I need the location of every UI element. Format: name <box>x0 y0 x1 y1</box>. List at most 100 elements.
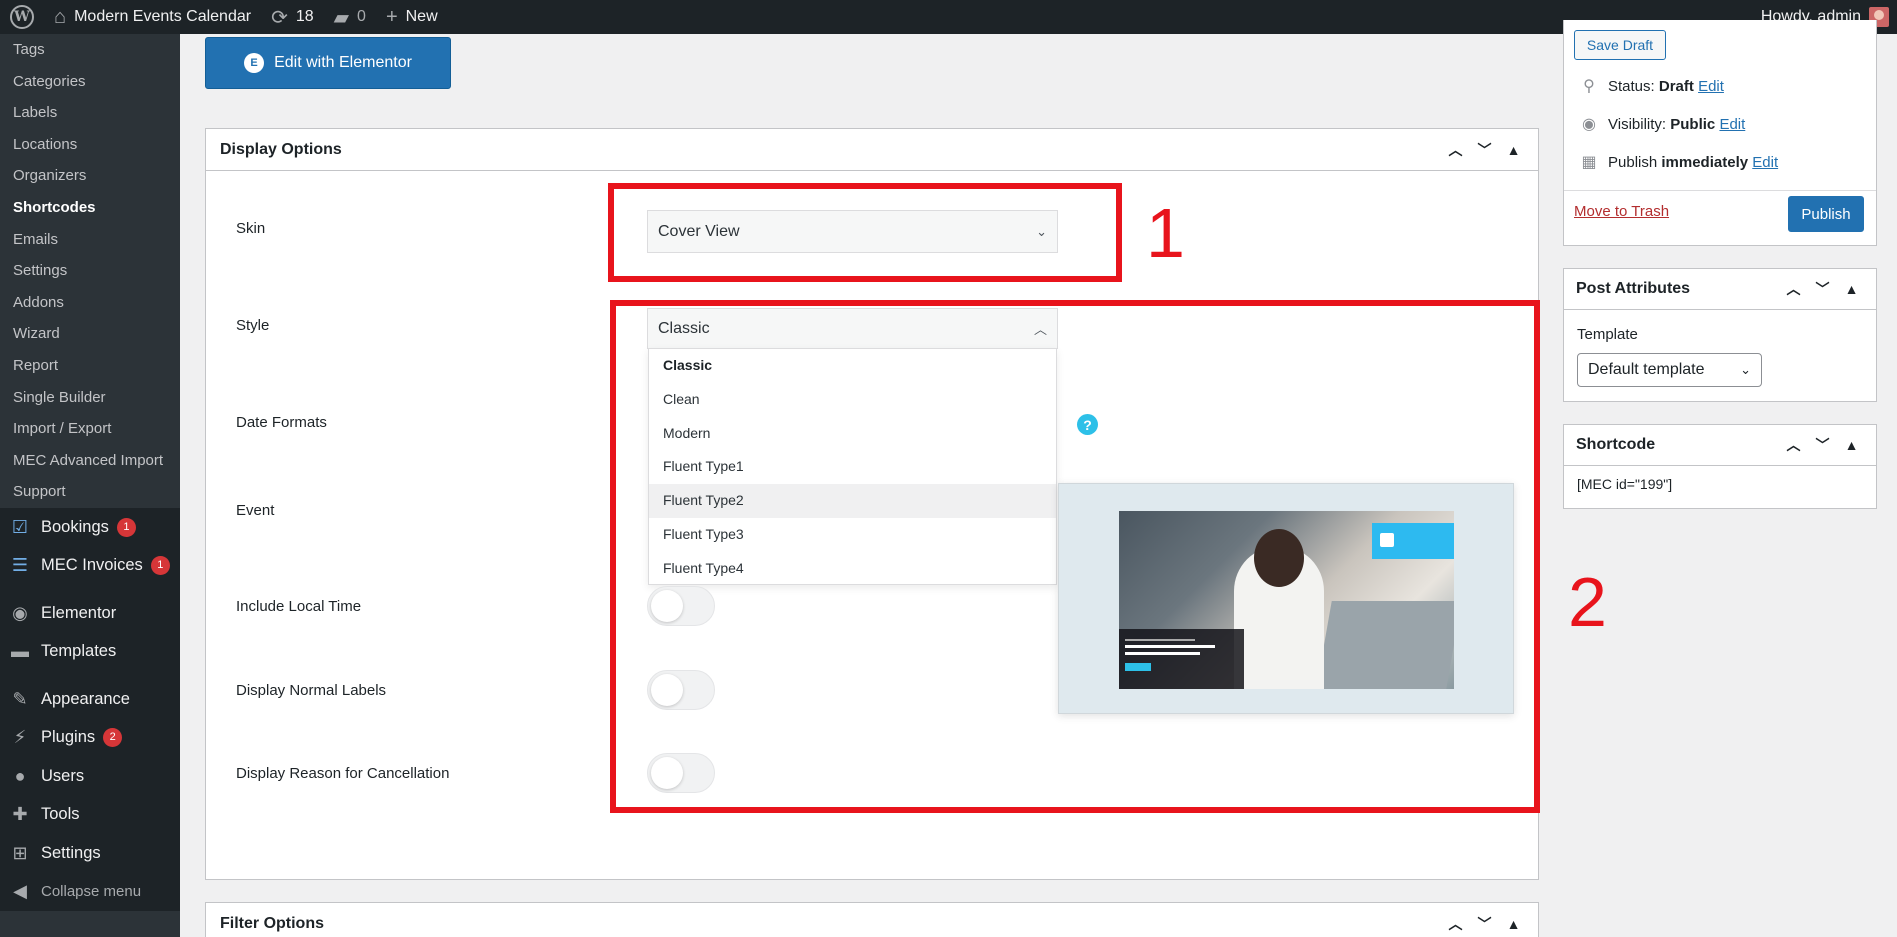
menu-bookings[interactable]: ☑ Bookings 1 <box>0 507 180 547</box>
visibility-value: Public <box>1670 115 1716 133</box>
submenu-support[interactable]: Support <box>0 476 180 508</box>
postbox-header: Display Options ︿ ﹀ ▲ <box>206 129 1538 171</box>
submenu-locations[interactable]: Locations <box>0 129 180 161</box>
visibility-edit-link[interactable]: Edit <box>1719 116 1745 133</box>
shortcode-value[interactable]: [MEC id="199"] <box>1577 476 1672 492</box>
date-formats-label: Date Formats <box>236 414 327 431</box>
submenu-wizard[interactable]: Wizard <box>0 318 180 350</box>
eye-icon: ◉ <box>1582 116 1596 133</box>
updates-link[interactable]: ⟳ 18 <box>261 0 324 34</box>
pin-icon: ⚲ <box>1583 78 1595 95</box>
handle-actions: ︿ ﹀ ▲ <box>1441 914 1538 934</box>
submenu-mec-advanced-import[interactable]: MEC Advanced Import <box>0 445 180 477</box>
wrench-icon: ✚ <box>12 804 28 825</box>
annotation-box-2 <box>610 300 1540 813</box>
submenu-report[interactable]: Report <box>0 350 180 382</box>
submenu-tags[interactable]: Tags <box>0 34 180 66</box>
publish-label: Publish <box>1608 153 1658 171</box>
wordpress-icon: W <box>10 5 34 29</box>
collapse-menu-button[interactable]: ◀ Collapse menu <box>0 872 180 911</box>
menu-templates[interactable]: ▬ Templates <box>0 632 180 671</box>
submenu-addons[interactable]: Addons <box>0 287 180 319</box>
menu-mec-invoices[interactable]: ☰ MEC Invoices 1 <box>0 546 180 585</box>
move-up-icon[interactable]: ︿ <box>1441 914 1470 934</box>
publish-value: immediately <box>1661 153 1749 171</box>
publish-button[interactable]: Publish <box>1788 196 1864 232</box>
menu-users[interactable]: ● Users <box>0 756 180 796</box>
submenu-labels[interactable]: Labels <box>0 97 180 129</box>
menu-plugins[interactable]: ⚡ Plugins 2 <box>0 718 180 757</box>
new-content-link[interactable]: + New <box>376 0 448 34</box>
save-draft-button[interactable]: Save Draft <box>1574 30 1666 60</box>
move-down-icon[interactable]: ﹀ <box>1470 914 1499 934</box>
status-edit-link[interactable]: Edit <box>1698 78 1724 95</box>
template-value: Default template <box>1588 361 1705 378</box>
event-label: Event <box>236 502 275 519</box>
collapse-label: Collapse menu <box>41 883 142 901</box>
settings-icon: ⊞ <box>12 842 28 863</box>
invoice-icon: ☰ <box>11 555 29 576</box>
plugin-icon: ⚡ <box>13 727 27 748</box>
toggle-panel-icon[interactable]: ▲ <box>1499 916 1528 932</box>
status-label: Status: <box>1608 77 1655 95</box>
menu-label: Elementor <box>41 603 117 622</box>
toggle-panel-icon[interactable]: ▲ <box>1837 437 1866 453</box>
menu-separator <box>0 584 180 594</box>
menu-label: MEC Invoices <box>41 556 143 575</box>
menu-separator <box>0 670 180 680</box>
filter-options-title: Filter Options <box>220 915 324 932</box>
handle-actions: ︿ ﹀ ▲ <box>1779 279 1876 299</box>
publish-edit-link[interactable]: Edit <box>1752 154 1778 171</box>
status-value: Draft <box>1658 77 1694 95</box>
submenu-import-export[interactable]: Import / Export <box>0 413 180 445</box>
shortcode-postbox: Shortcode ︿ ﹀ ▲ <box>1563 424 1877 509</box>
refresh-icon: ⟳ <box>271 6 288 29</box>
menu-elementor[interactable]: ◉ Elementor <box>0 593 180 633</box>
toggle-panel-icon[interactable]: ▲ <box>1499 142 1528 158</box>
user-icon: ● <box>14 765 26 786</box>
template-label: Template <box>1577 326 1638 343</box>
display-reason-label: Display Reason for Cancellation <box>236 765 450 782</box>
submenu-shortcodes[interactable]: Shortcodes <box>0 192 180 224</box>
move-down-icon[interactable]: ﹀ <box>1808 435 1837 455</box>
edit-with-elementor-button[interactable]: E Edit with Elementor <box>205 37 451 89</box>
mec-submenu: Tags Categories Labels Locations Organiz… <box>0 34 180 508</box>
filter-options-postbox: Filter Options ︿ ﹀ ▲ <box>205 902 1539 937</box>
handle-actions: ︿ ﹀ ▲ <box>1441 140 1538 160</box>
menu-settings[interactable]: ⊞ Settings <box>0 833 180 873</box>
bookings-badge: 1 <box>116 517 136 537</box>
post-attributes-title: Post Attributes <box>1576 280 1691 297</box>
menu-label: Settings <box>41 843 101 862</box>
submenu-organizers[interactable]: Organizers <box>0 160 180 192</box>
new-label: New <box>405 8 438 25</box>
postbox-header: Shortcode ︿ ﹀ ▲ <box>1564 425 1876 466</box>
submenu-settings[interactable]: Settings <box>0 255 180 287</box>
submenu-single-builder[interactable]: Single Builder <box>0 382 180 414</box>
invoices-badge: 1 <box>150 556 170 576</box>
menu-label: Bookings <box>41 517 109 536</box>
template-select[interactable]: Default template ⌄ <box>1577 353 1762 387</box>
display-normal-labels-label: Display Normal Labels <box>236 682 387 699</box>
folder-icon: ▬ <box>11 641 29 662</box>
menu-tools[interactable]: ✚ Tools <box>0 795 180 834</box>
comments-link[interactable]: ▰ 0 <box>324 0 376 34</box>
move-up-icon[interactable]: ︿ <box>1441 140 1470 160</box>
calendar-icon: ▦ <box>1581 154 1597 171</box>
move-to-trash-link[interactable]: Move to Trash <box>1574 203 1669 220</box>
toggle-panel-icon[interactable]: ▲ <box>1837 281 1866 297</box>
plugins-badge: 2 <box>103 728 123 748</box>
wp-logo-button[interactable]: W <box>0 0 44 34</box>
handle-actions: ︿ ﹀ ▲ <box>1779 435 1876 455</box>
home-icon: ⌂ <box>54 5 67 28</box>
postbox-header: Post Attributes ︿ ﹀ ▲ <box>1564 269 1876 310</box>
site-name-link[interactable]: ⌂ Modern Events Calendar <box>44 0 261 34</box>
menu-appearance[interactable]: ✎ Appearance <box>0 679 180 719</box>
move-up-icon[interactable]: ︿ <box>1779 435 1808 455</box>
calendar-check-icon: ☑ <box>11 516 29 537</box>
move-up-icon[interactable]: ︿ <box>1779 279 1808 299</box>
annotation-box-1 <box>608 183 1122 282</box>
submenu-emails[interactable]: Emails <box>0 224 180 256</box>
move-down-icon[interactable]: ﹀ <box>1470 140 1499 160</box>
move-down-icon[interactable]: ﹀ <box>1808 279 1837 299</box>
submenu-categories[interactable]: Categories <box>0 66 180 98</box>
